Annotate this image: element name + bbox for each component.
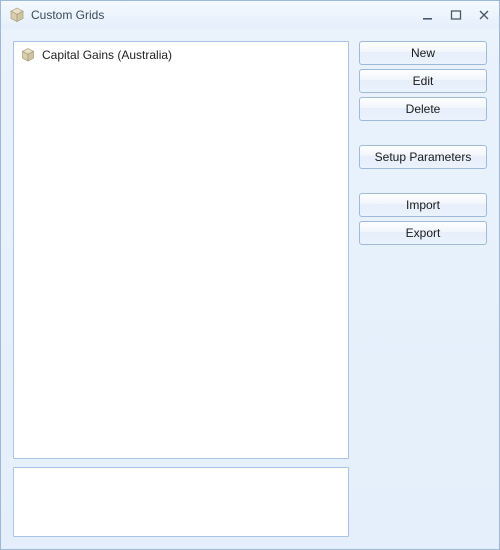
delete-button[interactable]: Delete — [359, 97, 487, 121]
list-item[interactable]: Capital Gains (Australia) — [18, 46, 344, 64]
import-button[interactable]: Import — [359, 193, 487, 217]
close-button[interactable] — [475, 6, 493, 24]
app-icon — [9, 7, 25, 23]
client-area: Capital Gains (Australia) New Edit Delet… — [1, 29, 499, 549]
setup-parameters-button[interactable]: Setup Parameters — [359, 145, 487, 169]
new-button[interactable]: New — [359, 41, 487, 65]
io-group: Import Export — [359, 193, 487, 245]
setup-group: Setup Parameters — [359, 145, 487, 169]
titlebar: Custom Grids — [1, 1, 499, 29]
export-button[interactable]: Export — [359, 221, 487, 245]
grids-listbox[interactable]: Capital Gains (Australia) — [13, 41, 349, 459]
maximize-button[interactable] — [447, 6, 465, 24]
minimize-button[interactable] — [419, 6, 437, 24]
window-controls — [419, 6, 493, 24]
edit-button[interactable]: Edit — [359, 69, 487, 93]
cube-icon — [20, 47, 36, 63]
list-item-label: Capital Gains (Australia) — [42, 48, 172, 62]
left-column: Capital Gains (Australia) — [13, 41, 349, 537]
crud-group: New Edit Delete — [359, 41, 487, 121]
button-column: New Edit Delete Setup Parameters Import … — [359, 41, 487, 537]
window-frame: Custom Grids — [0, 0, 500, 550]
detail-panel — [13, 467, 349, 537]
window-title: Custom Grids — [31, 8, 104, 22]
